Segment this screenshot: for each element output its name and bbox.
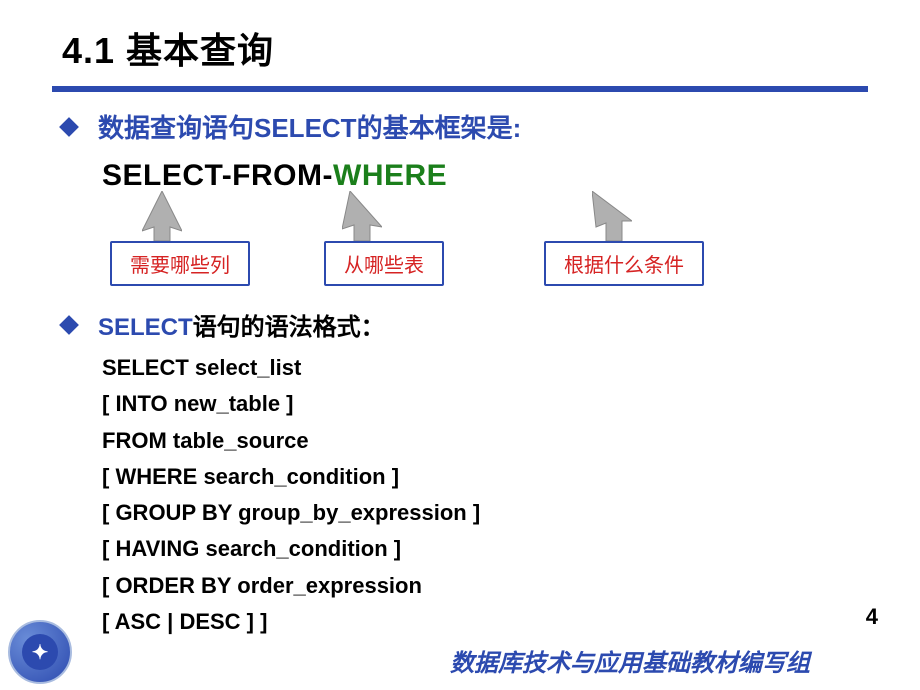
callout-3: 根据什么条件 [544,241,704,286]
title-section: 4.1 基本查询 [0,0,920,74]
sfw-black: SELECT-FROM- [102,159,333,192]
syntax-line: [ INTO new_table ] [102,386,920,422]
syntax-line: [ ORDER BY order_expression [102,568,920,604]
logo-outer-ring: ✦ [8,620,72,684]
bullet-2-blue: SELECT [98,314,193,341]
syntax-line: [ HAVING search_condition ] [102,531,920,567]
syntax-block: SELECT select_list [ INTO new_table ] FR… [62,350,920,640]
page-title: 4.1 基本查询 [62,22,920,74]
arrow-2-icon [342,191,382,241]
syntax-line: SELECT select_list [102,350,920,386]
callout-2: 从哪些表 [324,241,444,286]
logo-inner-circle: ✦ [22,634,58,670]
arrow-3-icon [592,191,632,241]
bullet-1: 数据查询语句SELECT的基本框架是: [62,108,920,145]
bullet-2: SELECT语句的语法格式： [62,307,920,342]
footer-text: 数据库技术与应用基础教材编写组 [450,643,810,678]
bullet-1-text: 数据查询语句SELECT的基本框架是: [98,108,521,145]
syntax-line: [ WHERE search_condition ] [102,459,920,495]
diamond-icon [59,117,79,137]
syntax-line: [ GROUP BY group_by_expression ] [102,495,920,531]
logo-symbol-icon: ✦ [32,640,49,665]
callout-1: 需要哪些列 [110,241,250,286]
bullet-2-black: 语句的语法格式： [193,314,385,341]
arrow-1-icon [142,191,182,241]
diamond-icon [59,315,79,335]
syntax-line: [ ASC | DESC ] ] [102,604,920,640]
university-logo: ✦ [8,620,72,684]
page-number: 4 [866,604,878,630]
callouts-area: 需要哪些列 从哪些表 根据什么条件 [62,193,920,303]
content-area: 数据查询语句SELECT的基本框架是: SELECT-FROM-WHERE 需要… [0,92,920,640]
bullet-2-text: SELECT语句的语法格式： [98,307,385,342]
select-from-where: SELECT-FROM-WHERE [62,159,920,193]
syntax-line: FROM table_source [102,423,920,459]
sfw-green: WHERE [333,159,447,192]
